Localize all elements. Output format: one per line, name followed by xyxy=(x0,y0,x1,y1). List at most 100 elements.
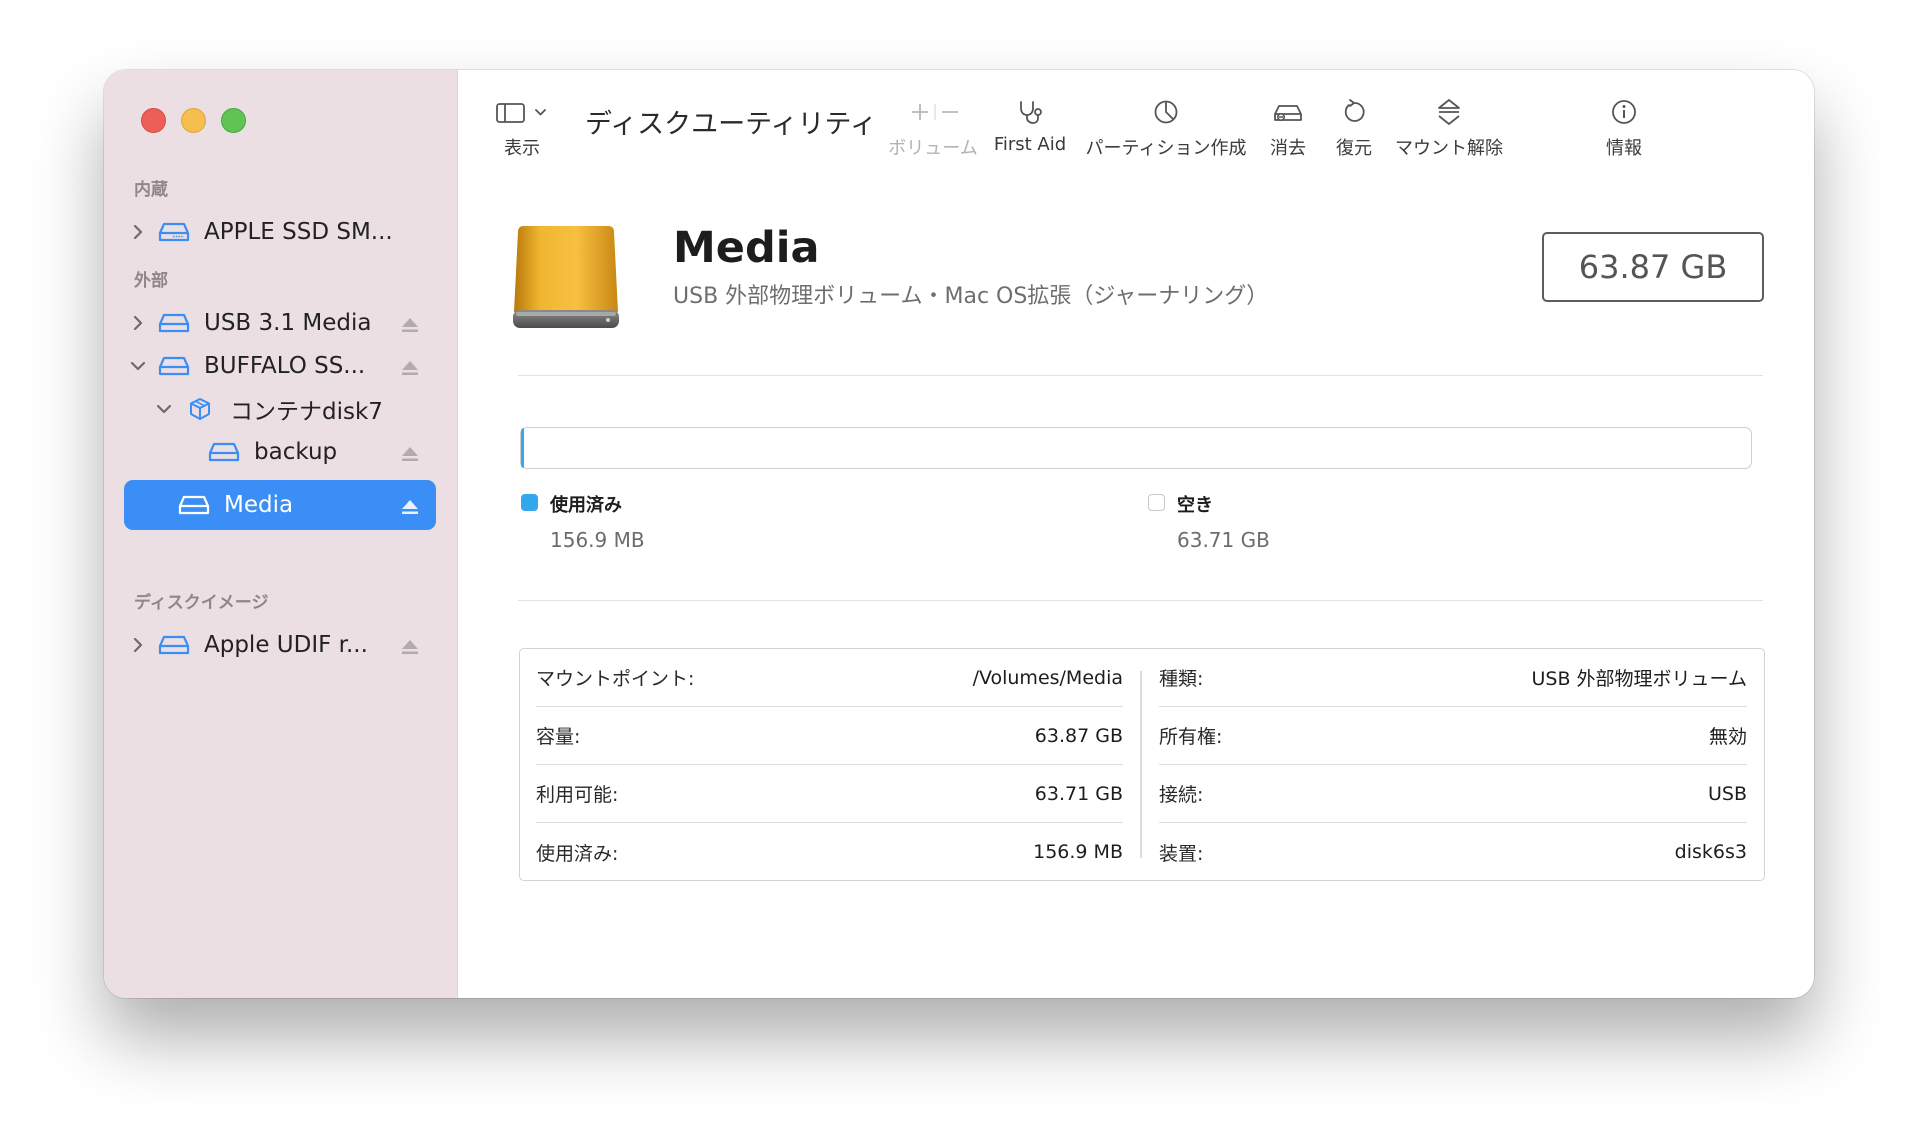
column-divider xyxy=(1140,671,1142,858)
restore-button[interactable]: 復元 xyxy=(1324,90,1384,160)
partition-label: パーティション作成 xyxy=(1085,138,1247,159)
info-row: 種類: USB 外部物理ボリューム xyxy=(1159,649,1747,707)
usage-bar xyxy=(520,427,1752,469)
external-disk-icon xyxy=(158,354,190,378)
info-value: USB 外部物理ボリューム xyxy=(1531,668,1747,690)
sidebar-item-apple-udif[interactable]: Apple UDIF r... xyxy=(124,620,436,670)
divider xyxy=(518,600,1763,601)
free-value: 63.71 GB xyxy=(1177,528,1270,552)
sidebar-item-backup[interactable]: backup xyxy=(124,427,436,477)
info-row: 使用済み: 156.9 MB xyxy=(536,823,1123,881)
eject-icon[interactable] xyxy=(400,357,420,375)
volume-label: ボリューム xyxy=(888,138,978,159)
info-value: disk6s3 xyxy=(1674,841,1747,863)
erase-button[interactable]: 消去 xyxy=(1258,90,1318,160)
unmount-icon xyxy=(1438,99,1460,125)
info-row: マウントポイント: /Volumes/Media xyxy=(536,649,1123,707)
info-row: 装置: disk6s3 xyxy=(1159,823,1747,881)
restore-label: 復元 xyxy=(1336,138,1372,159)
info-key: 装置: xyxy=(1159,842,1204,865)
sidebar-item-media[interactable]: Media xyxy=(124,480,436,530)
info-key: マウントポイント: xyxy=(536,668,695,690)
used-legend-label: 使用済み xyxy=(550,495,622,516)
info-key: 種類: xyxy=(1159,668,1204,690)
used-legend-swatch xyxy=(521,494,538,511)
chevron-down-icon[interactable] xyxy=(128,356,148,376)
volume-name: Media xyxy=(673,223,820,273)
volume-info-table: マウントポイント: /Volumes/Media 容量: 63.87 GB 利用可能… xyxy=(519,648,1765,881)
disk-image-icon xyxy=(158,633,190,657)
pie-chart-icon xyxy=(1154,100,1178,124)
chevron-right-icon[interactable] xyxy=(128,313,148,333)
eject-icon[interactable] xyxy=(400,443,420,461)
divider xyxy=(518,375,1763,376)
volume-subtitle: USB 外部物理ボリューム・Mac OS拡張（ジャーナリング） xyxy=(673,284,1269,309)
info-value: 無効 xyxy=(1708,726,1747,748)
plus-minus-icon xyxy=(912,104,958,120)
info-row: 利用可能: 63.71 GB xyxy=(536,765,1123,823)
used-value: 156.9 MB xyxy=(550,528,645,552)
unmount-label: マウント解除 xyxy=(1395,138,1503,159)
unmount-button[interactable]: マウント解除 xyxy=(1388,90,1510,160)
first-aid-button[interactable]: First Aid xyxy=(988,90,1072,155)
usage-bar-used-fill xyxy=(521,428,525,468)
free-legend-swatch xyxy=(1148,494,1165,511)
free-legend-label: 空き xyxy=(1177,495,1213,516)
restore-arrow-icon xyxy=(1344,99,1365,122)
external-disk-icon xyxy=(158,311,190,335)
sidebar-item-label: BUFFALO SS... xyxy=(204,353,366,379)
info-value: USB xyxy=(1707,782,1747,805)
volume-disk-icon xyxy=(208,440,240,464)
chevron-right-icon[interactable] xyxy=(128,635,148,655)
partition-button[interactable]: パーティション作成 xyxy=(1078,90,1254,160)
close-button[interactable] xyxy=(141,108,166,133)
info-value: /Volumes/Media xyxy=(972,666,1123,689)
eraser-disk-icon xyxy=(1274,105,1302,122)
sidebar-item-label: backup xyxy=(254,439,338,465)
info-value: 156.9 MB xyxy=(1033,841,1123,863)
view-button[interactable]: 表示 xyxy=(490,90,554,160)
first-aid-label: First Aid xyxy=(993,134,1067,155)
info-label: 情報 xyxy=(1606,138,1642,159)
info-key: 接続: xyxy=(1159,784,1204,806)
info-row: 所有権: 無効 xyxy=(1159,707,1747,765)
info-button[interactable]: 情報 xyxy=(1598,90,1650,160)
sidebar-item-label: コンテナdisk7 xyxy=(230,399,383,425)
info-row: 接続: USB xyxy=(1159,765,1747,823)
disk-utility-window: 内蔵 APPLE SSD SM... 外部 USB 3.1 Media BUFF… xyxy=(104,70,1814,998)
sidebar-item-label: APPLE SSD SM... xyxy=(204,219,393,245)
erase-label: 消去 xyxy=(1270,138,1306,159)
sidebar-toggle-icon xyxy=(496,103,546,123)
info-key: 使用済み: xyxy=(536,842,619,865)
section-external: 外部 xyxy=(134,271,168,291)
volume-button[interactable]: ボリューム xyxy=(884,90,982,160)
sidebar: 内蔵 APPLE SSD SM... 外部 USB 3.1 Media BUFF… xyxy=(104,70,458,998)
minimize-button[interactable] xyxy=(181,108,206,133)
chevron-right-icon[interactable] xyxy=(128,222,148,242)
window-controls xyxy=(141,108,246,133)
external-drive-icon xyxy=(510,220,622,332)
info-row: 容量: 63.87 GB xyxy=(536,707,1123,765)
zoom-button[interactable] xyxy=(221,108,246,133)
info-column-right: 種類: USB 外部物理ボリューム 所有権: 無効 接続: USB 装置: disk6s… xyxy=(1159,649,1747,880)
volume-disk-icon xyxy=(178,493,210,517)
volume-size-badge: 63.87 GB xyxy=(1542,232,1764,302)
info-value: 63.71 GB xyxy=(1034,782,1123,805)
sidebar-item-apple-ssd[interactable]: APPLE SSD SM... xyxy=(124,207,436,257)
stethoscope-icon xyxy=(1020,101,1042,124)
info-icon xyxy=(1612,100,1636,124)
sidebar-item-label: Media xyxy=(224,492,294,518)
main-content: 表示 ディスクユーティリティ ボリューム First Aid パーティション作成… xyxy=(458,70,1814,998)
info-value: 63.87 GB xyxy=(1034,724,1123,747)
eject-icon[interactable] xyxy=(400,636,420,654)
container-cube-icon xyxy=(184,397,216,421)
info-key: 所有権: xyxy=(1159,726,1223,748)
section-disk-images: ディスクイメージ xyxy=(134,593,269,613)
info-column-left: マウントポイント: /Volumes/Media 容量: 63.87 GB 利用可能… xyxy=(536,649,1123,880)
eject-icon[interactable] xyxy=(400,496,420,514)
eject-icon[interactable] xyxy=(400,314,420,332)
section-internal: 内蔵 xyxy=(134,180,168,200)
app-title: ディスクユーティリティ xyxy=(585,109,877,140)
info-key: 容量: xyxy=(536,726,581,748)
chevron-down-icon[interactable] xyxy=(154,399,174,419)
